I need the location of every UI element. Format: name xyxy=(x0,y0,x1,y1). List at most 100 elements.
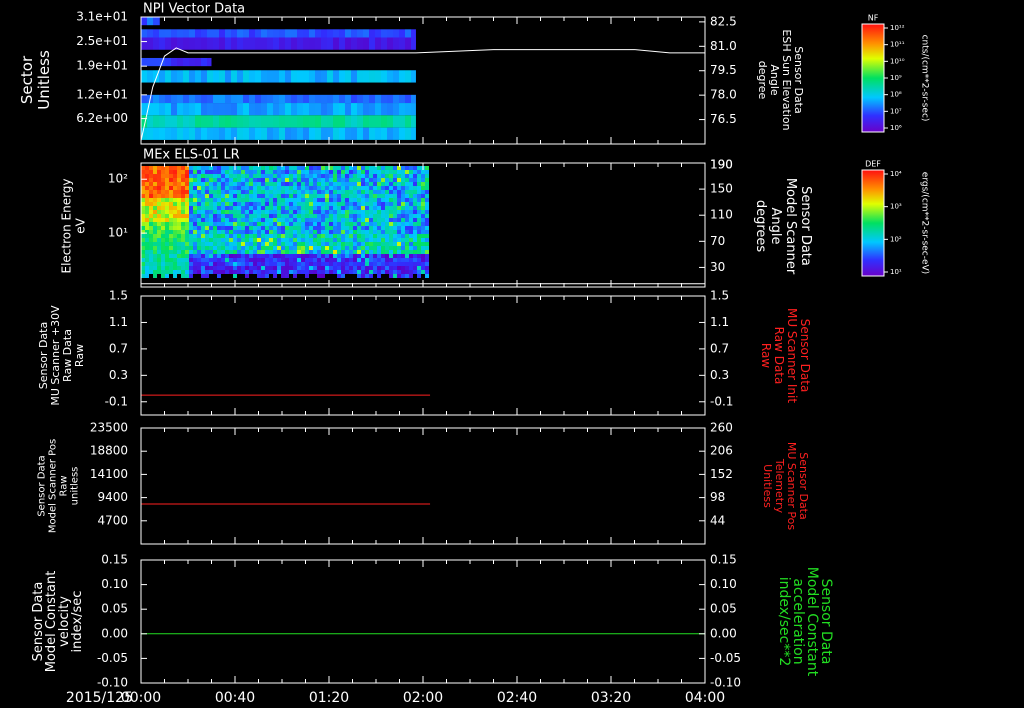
heat-cell xyxy=(329,250,333,254)
xtick-label: 02:40 xyxy=(497,690,537,706)
heat-cell xyxy=(289,234,293,238)
heat-cell xyxy=(161,202,165,206)
heat-cell xyxy=(329,270,333,274)
heat-cell xyxy=(345,94,351,104)
heat-cell xyxy=(345,186,349,190)
heat-cell xyxy=(229,270,233,274)
heat-cell xyxy=(177,250,181,254)
heat-cell xyxy=(147,57,153,67)
heat-cell xyxy=(373,218,377,222)
heat-cell xyxy=(265,218,269,222)
heat-cell xyxy=(377,182,381,186)
heat-cell xyxy=(157,202,161,206)
heat-cell xyxy=(189,182,193,186)
heat-cell xyxy=(149,174,153,178)
heat-cell xyxy=(169,210,173,214)
heat-cell xyxy=(273,103,279,116)
heat-cell xyxy=(361,250,365,254)
heat-cell xyxy=(293,186,297,190)
heat-cell xyxy=(209,258,213,262)
heat-cell xyxy=(257,186,261,190)
heat-cell xyxy=(321,242,325,246)
heat-cell xyxy=(193,202,197,206)
heat-cell xyxy=(315,70,321,83)
heat-cell xyxy=(165,174,169,178)
heat-cell xyxy=(277,190,281,194)
heat-cell xyxy=(169,206,173,210)
ytick-label: 0.00 xyxy=(101,626,128,640)
heat-cell xyxy=(321,254,325,258)
heat-cell xyxy=(149,202,153,206)
heat-cell xyxy=(325,202,329,206)
heat-cell xyxy=(413,198,417,202)
heat-cell xyxy=(169,182,173,186)
heat-cell xyxy=(189,103,195,116)
heat-cell xyxy=(221,166,225,170)
heat-cell xyxy=(257,174,261,178)
heat-cell xyxy=(375,127,381,140)
heat-cell xyxy=(197,234,201,238)
colorbar-tick-label: 10⁴ xyxy=(890,170,902,178)
heat-cell xyxy=(303,94,309,104)
heat-cell xyxy=(361,270,365,274)
heat-cell xyxy=(345,262,349,266)
heat-cell xyxy=(237,218,241,222)
heat-cell xyxy=(373,266,377,270)
heat-cell xyxy=(249,194,253,198)
heat-cell xyxy=(141,262,145,266)
heat-cell xyxy=(293,214,297,218)
ytick-right-label: 0.00 xyxy=(710,626,737,640)
heat-cell xyxy=(233,182,237,186)
heat-cell xyxy=(393,202,397,206)
heat-cell xyxy=(145,210,149,214)
heat-cell xyxy=(255,37,261,50)
heat-cell xyxy=(159,103,165,116)
heat-cell xyxy=(197,198,201,202)
heat-cell xyxy=(313,198,317,202)
heat-cell xyxy=(177,222,181,226)
heat-cell xyxy=(309,182,313,186)
heat-cell xyxy=(309,250,313,254)
heat-cell xyxy=(381,194,385,198)
colorbar-label: cnts/(cm**2-sr-sec) xyxy=(920,35,930,122)
heat-cell xyxy=(293,230,297,234)
heat-cell xyxy=(309,190,313,194)
heat-cell xyxy=(219,103,225,116)
heat-cell xyxy=(225,238,229,242)
heat-cell xyxy=(257,178,261,182)
heat-cell xyxy=(327,94,333,104)
heat-cell xyxy=(149,230,153,234)
heat-cell xyxy=(255,127,261,140)
xtick-label: 00:40 xyxy=(215,690,255,706)
heat-cell xyxy=(309,103,315,116)
heat-cell xyxy=(237,186,241,190)
heat-cell xyxy=(243,37,249,50)
heat-cell xyxy=(149,166,153,170)
heat-cell xyxy=(189,254,193,258)
heat-cell xyxy=(397,238,401,242)
heat-cell xyxy=(157,174,161,178)
heat-cell xyxy=(357,70,363,83)
heat-cell xyxy=(365,214,369,218)
colorbar-tick-label: 10³ xyxy=(890,203,902,211)
heat-cell xyxy=(381,242,385,246)
heat-cell xyxy=(413,258,417,262)
left-axis-title-line: eV xyxy=(74,217,88,233)
heat-cell xyxy=(141,214,145,218)
heat-cell xyxy=(329,226,333,230)
heat-cell xyxy=(399,127,405,140)
heat-cell xyxy=(329,186,333,190)
heat-cell xyxy=(257,194,261,198)
heat-cell xyxy=(217,230,221,234)
heat-cell xyxy=(333,37,339,50)
heat-cell xyxy=(205,214,209,218)
heat-cell xyxy=(285,202,289,206)
heat-cell xyxy=(293,170,297,174)
heat-cell xyxy=(201,218,205,222)
heat-cell xyxy=(189,230,193,234)
heat-cell xyxy=(213,190,217,194)
heat-cell xyxy=(181,254,185,258)
heat-cell xyxy=(181,182,185,186)
heat-cell xyxy=(345,70,351,83)
heat-cell xyxy=(267,94,273,104)
